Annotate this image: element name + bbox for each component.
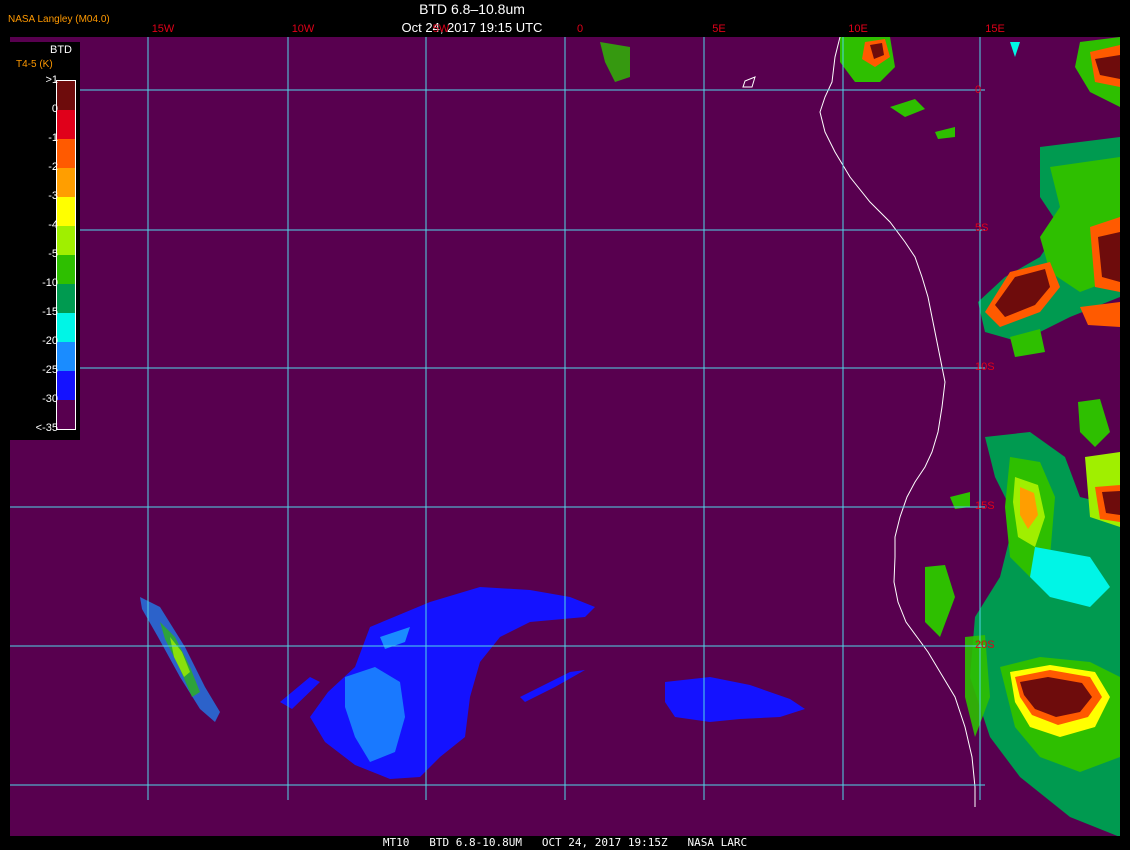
longitude-label: 0 — [576, 23, 584, 35]
latitude-label: 0 — [975, 84, 982, 96]
convection-northeast — [600, 37, 1120, 139]
legend-label: -10 — [42, 277, 58, 289]
legend-label: -15 — [42, 306, 58, 318]
legend-label: -25 — [42, 364, 58, 376]
colorbar-cell — [57, 371, 75, 400]
lake-outline — [742, 76, 756, 88]
cold-cloud-streak-2 — [280, 677, 320, 709]
legend-label: 0 — [51, 103, 58, 115]
colorbar-cell — [57, 197, 75, 226]
legend-label: -30 — [42, 393, 58, 405]
image-title: BTD 6.8–10.8um — [419, 1, 525, 17]
cold-cloud-blue-east — [665, 677, 805, 722]
colorbar — [56, 80, 76, 430]
convection-southeast — [925, 399, 1120, 837]
legend-label: -2 — [48, 161, 58, 173]
legend-label: -5 — [48, 248, 58, 260]
lat-lon-grid — [10, 37, 985, 800]
colorbar-cell — [57, 110, 75, 139]
longitude-label: 10W — [291, 23, 315, 35]
legend-label: -1 — [48, 132, 58, 144]
legend-units: T4-5 (K) — [16, 59, 53, 70]
legend-label: -3 — [48, 190, 58, 202]
latitude-label: 20S — [975, 639, 995, 651]
colorbar-cell — [57, 255, 75, 284]
legend-label: -20 — [42, 335, 58, 347]
color-legend: BTD T4-5 (K) >1 0 -1 -2 -3 -4 -5 -10 -15 -20 -25 -3… — [10, 42, 80, 440]
colorbar-cell — [57, 313, 75, 342]
latitude-label: 15S — [975, 500, 995, 512]
colorbar-cell — [57, 139, 75, 168]
legend-title: BTD — [50, 44, 72, 56]
cloud-streak-west — [140, 597, 220, 722]
longitude-label: 10E — [848, 23, 868, 35]
latitude-label: 5S — [975, 222, 989, 234]
colorbar-cell — [57, 81, 75, 110]
longitude-label: 15W — [151, 23, 175, 35]
colorbar-cell — [57, 168, 75, 197]
latitude-label: 10S — [975, 361, 995, 373]
longitude-label: 5E — [712, 23, 726, 35]
longitude-label: 5W — [432, 23, 450, 35]
footer-caption: MT10 BTD 6.8-10.8UM OCT 24, 2017 19:15Z … — [0, 836, 1130, 850]
longitude-label: 15E — [985, 23, 1005, 35]
colorbar-cell — [57, 226, 75, 255]
satellite-map[interactable] — [10, 37, 1120, 837]
image-timestamp: Oct 24, 2017 19:15 UTC — [401, 20, 543, 35]
legend-label: -4 — [48, 219, 58, 231]
colorbar-cell — [57, 284, 75, 313]
colorbar-cell — [57, 342, 75, 371]
cloud-field-southwest — [280, 587, 805, 779]
cold-cloud-streak — [520, 670, 585, 702]
legend-label: <-35 — [35, 422, 58, 434]
convection-east — [978, 137, 1120, 357]
colorbar-cell — [57, 400, 75, 429]
legend-label: >1 — [45, 74, 58, 86]
